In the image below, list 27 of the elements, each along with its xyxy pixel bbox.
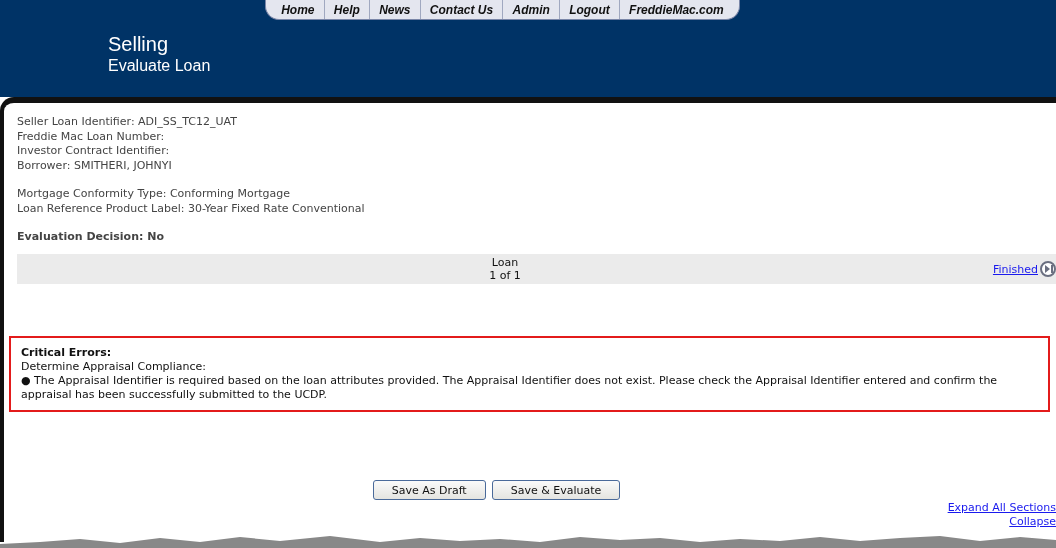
save-draft-button[interactable]: Save As Draft: [372, 480, 486, 500]
nav-link[interactable]: Admin: [502, 0, 559, 19]
next-icon: [1040, 261, 1056, 277]
error-message: ● The Appraisal Identifier is required based on the loan attributes provided. The Appraisal Identifier does not exist. Please check the Appraisal Identifier entered and confirm the appraisal has been successfully submitted to the UCDP.: [21, 374, 999, 402]
collapse-link[interactable]: Collapse: [1009, 515, 1056, 529]
loan-info-line: Seller Loan Identifier: ADI_SS_TC12_UAT: [17, 115, 238, 130]
nav-link[interactable]: News: [369, 0, 420, 19]
loan-info-line: Mortgage Conformity Type: Conforming Mortgage: [17, 187, 291, 202]
finished-link[interactable]: Finished: [992, 261, 1056, 277]
loan-info-line: Investor Contract Identifier:: [17, 144, 171, 159]
nav-link[interactable]: FreddieMac.com: [618, 0, 733, 19]
loan-info-line: Loan Reference Product Label: 30-Year Fixed Rate Conventional: [17, 201, 366, 216]
loan-info-line: Freddie Mac Loan Number:: [17, 129, 166, 144]
evaluation-decision: Evaluation Decision: No: [17, 230, 165, 244]
page-subtitle: Evaluate Loan: [108, 56, 212, 75]
loan-info-line: Borrower: SMITHERI, JOHNYI: [17, 158, 173, 173]
expand-link[interactable]: Expand All Sections: [947, 501, 1056, 515]
page-title: Selling: [108, 33, 170, 56]
pager-label: Loan: [491, 256, 519, 269]
pager-position: 1 of 1: [489, 269, 521, 282]
nav-link[interactable]: Contact Us: [419, 0, 503, 19]
nav-link[interactable]: Home: [272, 0, 324, 19]
error-section: Determine Appraisal Compliance:: [21, 360, 1038, 374]
error-title: Critical Errors:: [21, 346, 113, 360]
nav-link[interactable]: Logout: [558, 0, 619, 19]
save-evaluate-button[interactable]: Save & Evaluate: [491, 480, 621, 500]
nav-link[interactable]: Help: [323, 0, 369, 19]
